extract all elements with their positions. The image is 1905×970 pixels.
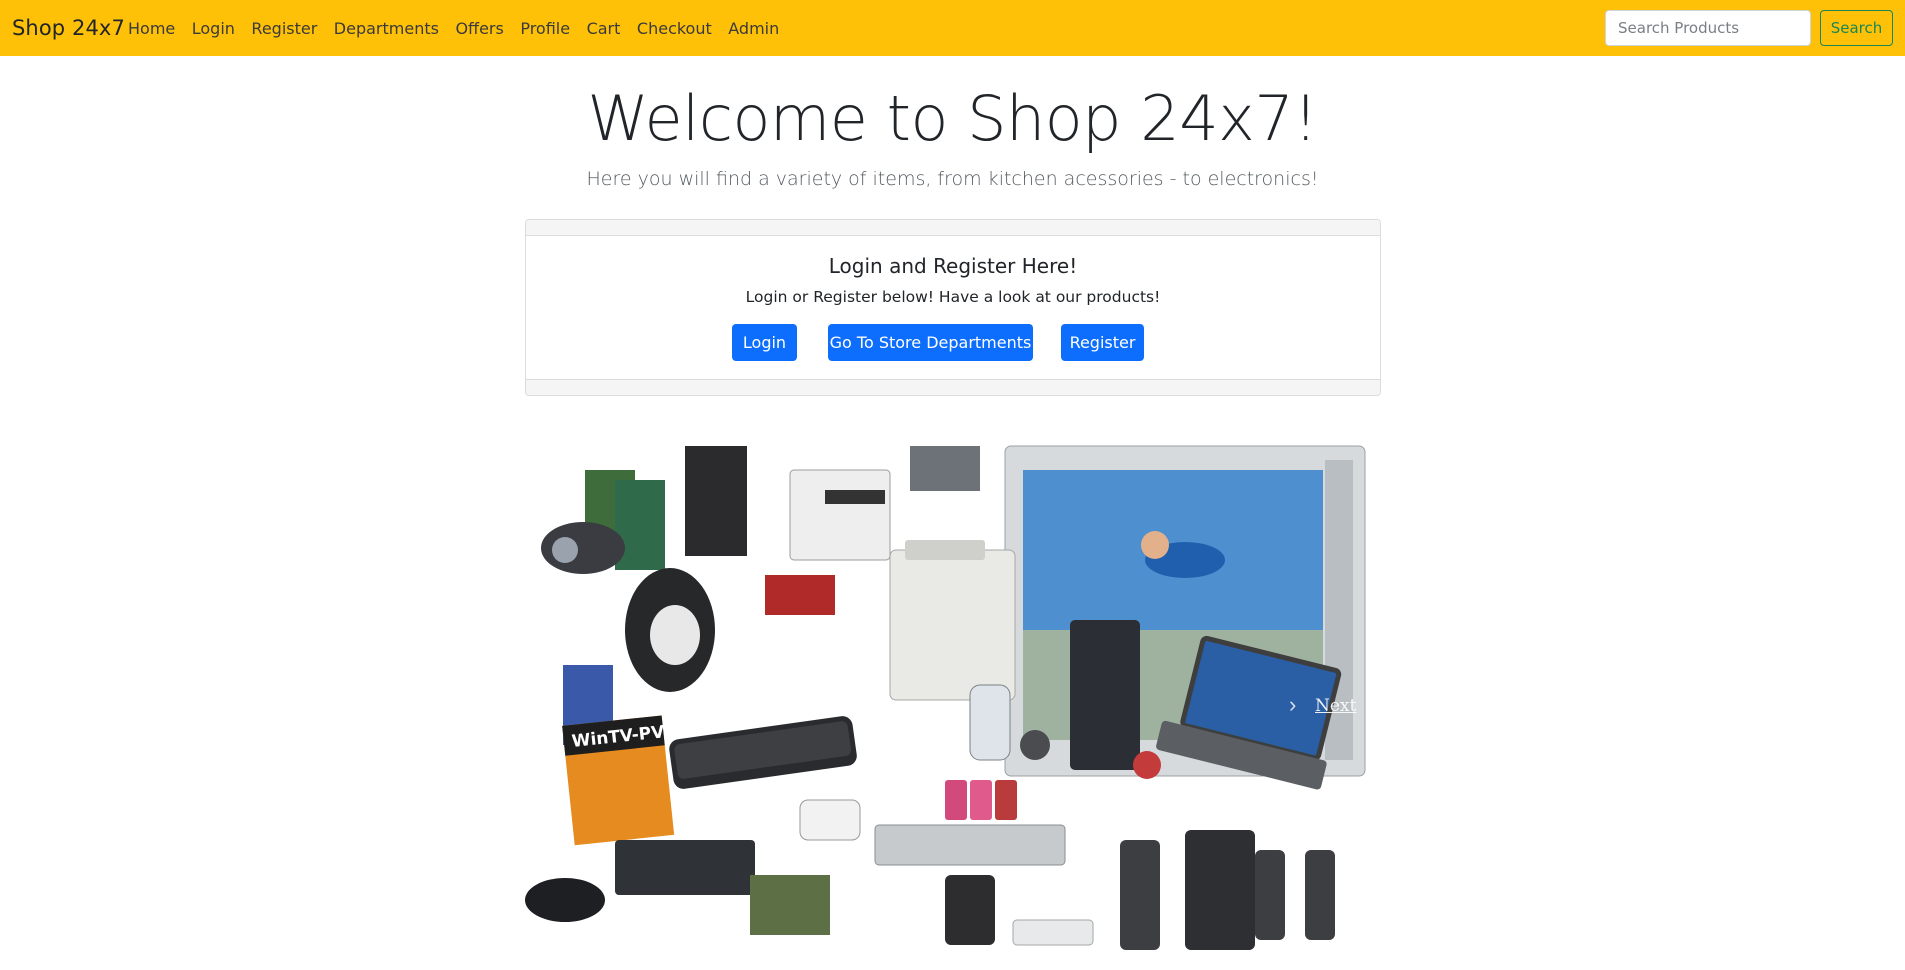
nav-link-home[interactable]: Home [128,19,175,38]
nav-link-cart[interactable]: Cart [587,19,621,38]
product-carousel: WinTV-PVR › Next [525,430,1381,970]
register-button[interactable]: Register [1061,324,1144,361]
nav-link-offers[interactable]: Offers [455,19,503,38]
page-title: Welcome to Shop 24x7! [587,82,1318,155]
nav-link-profile[interactable]: Profile [520,19,570,38]
brand-logo[interactable]: Shop 24x7 [12,16,125,40]
nav-link-checkout[interactable]: Checkout [637,19,712,38]
carousel-next-link[interactable]: Next [1315,696,1356,716]
navbar: Shop 24x7 Home Login Register Department… [0,0,1905,56]
nav-link-register[interactable]: Register [251,19,317,38]
chevron-right-icon[interactable]: › [1289,692,1296,718]
store-departments-button[interactable]: Go To Store Departments [828,324,1033,361]
card-text: Login or Register below! Have a look at … [745,288,1161,306]
card-header [526,220,1380,236]
card-footer [526,379,1380,395]
electronics-collage-image: WinTV-PVR [525,445,1366,950]
search-button[interactable]: Search [1820,10,1893,46]
nav-link-login[interactable]: Login [192,19,235,38]
nav-link-departments[interactable]: Departments [334,19,439,38]
nav-link-admin[interactable]: Admin [728,19,779,38]
search-input[interactable] [1605,10,1811,46]
login-register-card: Login and Register Here! Login or Regist… [525,219,1381,396]
login-button[interactable]: Login [732,324,797,361]
page-subtitle: Here you will find a variety of items, f… [586,168,1319,190]
nav-links: Home Login Register Departments Offers P… [128,19,796,38]
card-title: Login and Register Here! [828,254,1078,278]
